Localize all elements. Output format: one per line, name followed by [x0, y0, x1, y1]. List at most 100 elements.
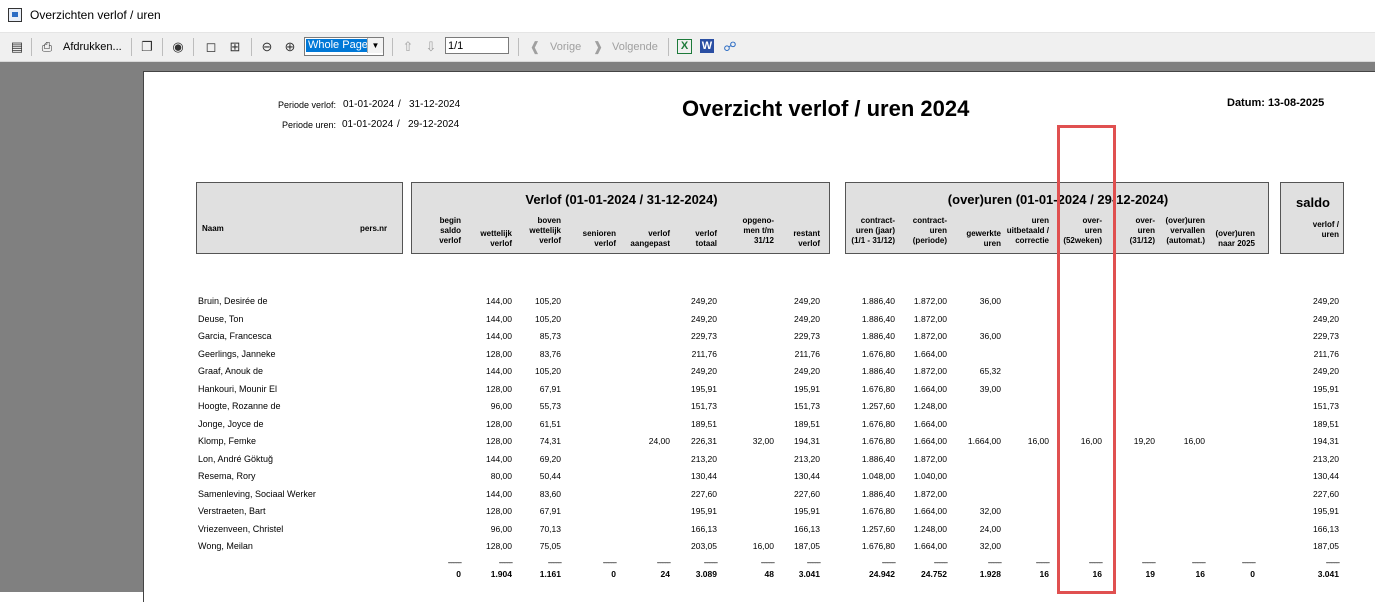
- previous-arrow-icon[interactable]: ❰: [527, 39, 543, 55]
- zoom-value: Whole Page: [306, 39, 370, 52]
- table-cell: 1.872,00: [913, 366, 947, 376]
- period-verlof-end: 31-12-2024: [409, 99, 461, 110]
- row-name: Klomp, Femke: [198, 436, 257, 446]
- table-cell: 24,00: [979, 523, 1001, 534]
- table-cell: 1.872,00: [913, 488, 947, 499]
- total-value: 0: [456, 569, 461, 579]
- table-cell: 130,44: [691, 471, 717, 481]
- table-cell: 213,20: [1313, 453, 1339, 464]
- table-cell: 1.664,00: [913, 348, 947, 359]
- table-cell: 65,32: [979, 366, 1001, 376]
- column-header: restant verlof: [758, 229, 820, 249]
- table-cell: 1.886,40: [861, 488, 895, 499]
- print-button[interactable]: Afdrukken...: [63, 38, 122, 56]
- column-header-line: (over)uren: [1165, 216, 1205, 225]
- table-cell: 1.676,80: [861, 418, 895, 429]
- toolbar-separator: [668, 38, 669, 56]
- total-separator: --------: [987, 558, 1002, 567]
- row-name: Graaf, Anouk de: [198, 366, 264, 376]
- period-uren-end: 29-12-2024: [408, 119, 460, 130]
- highlight-box: [1057, 125, 1116, 594]
- column-header-line: verlof: [695, 229, 717, 238]
- table-cell: 1.664,00: [913, 506, 947, 516]
- total-value: 24: [660, 569, 670, 579]
- row-name: Lon, André Göktuğ: [198, 453, 274, 464]
- binoculars-icon[interactable]: ◉: [170, 39, 186, 55]
- column-header-line: verlof: [798, 239, 820, 248]
- preview-area[interactable]: Periode verlof: 01-01-2024 / 31-12-2024 …: [0, 62, 1375, 602]
- browser-export-icon[interactable]: ☍: [722, 39, 738, 55]
- page-number-input[interactable]: 1/1: [445, 37, 509, 54]
- column-header-line: uren: [929, 226, 947, 235]
- period-separator: /: [397, 119, 400, 130]
- total-value: 1.904: [490, 569, 512, 579]
- zoom-select[interactable]: Whole Page ▼: [304, 37, 384, 56]
- chevron-down-icon[interactable]: ▼: [367, 38, 383, 53]
- column-header-line: uren: [1321, 230, 1339, 239]
- report-title: Overzicht verlof / uren 2024: [682, 96, 970, 121]
- row-name: Bruin, Desirée de: [198, 296, 268, 306]
- table-cell: 249,20: [691, 366, 717, 376]
- column-header-line: contract-: [912, 216, 947, 225]
- zoom-in-icon[interactable]: ⊕: [282, 39, 298, 55]
- toolbar-separator: [31, 38, 32, 56]
- period-separator: /: [398, 99, 401, 110]
- column-header: boven wettelijk verlof: [499, 216, 561, 246]
- zoom-out-icon[interactable]: ⊖: [259, 39, 275, 55]
- table-cell: 32,00: [979, 541, 1001, 551]
- row-name: Jonge, Joyce de: [198, 418, 264, 429]
- table-cell: 70,13: [539, 523, 561, 534]
- table-cell: 1.048,00: [861, 471, 895, 481]
- toolbar-separator: [131, 38, 132, 56]
- table-cell: 75,05: [539, 541, 561, 551]
- last-page-icon[interactable]: ⇩: [423, 39, 439, 55]
- table-cell: 213,20: [794, 453, 820, 464]
- next-arrow-icon[interactable]: ❱: [590, 39, 606, 55]
- header-persnr: pers.nr: [360, 224, 388, 233]
- total-separator: --------: [1035, 558, 1050, 567]
- table-cell: 1.676,80: [861, 383, 895, 394]
- table-cell: 74,31: [539, 436, 561, 446]
- copy-icon[interactable]: ❐: [139, 39, 155, 55]
- table-cell: 1.886,40: [861, 366, 895, 376]
- column-header: contract-uren (periode): [885, 216, 947, 246]
- excel-export-icon[interactable]: X: [677, 39, 692, 54]
- table-cell: 1.664,00: [913, 383, 947, 394]
- table-cell: 105,20: [535, 296, 561, 306]
- total-value: 48: [764, 569, 774, 579]
- table-cell: 227,60: [794, 488, 820, 499]
- table-cell: 36,00: [979, 296, 1001, 306]
- table-cell: 187,05: [794, 541, 820, 551]
- word-export-icon[interactable]: W: [700, 39, 714, 53]
- period-verlof-label: Periode verlof:: [278, 100, 337, 110]
- table-cell: 151,73: [1313, 401, 1339, 411]
- column-header-line: begin: [439, 216, 461, 225]
- next-button[interactable]: Volgende: [612, 38, 658, 56]
- previous-button[interactable]: Vorige: [550, 38, 581, 56]
- table-cell: 1.664,00: [913, 436, 947, 446]
- toolbar: ▤ ⎙ Afdrukken... ❐ ◉ ◻ ⊞ ⊖ ⊕ Whole Page …: [0, 33, 1375, 62]
- table-cell: 227,60: [1313, 488, 1339, 499]
- period-verlof-start: 01-01-2024: [343, 99, 395, 110]
- first-page-icon[interactable]: ⇧: [400, 39, 416, 55]
- table-cell: 83,76: [539, 348, 561, 359]
- table-cell: 211,76: [1313, 348, 1339, 359]
- table-cell: 211,76: [794, 348, 820, 359]
- toggle-tree-icon[interactable]: ▤: [9, 39, 25, 55]
- column-header-line: (over)uren: [1215, 229, 1255, 238]
- printer-icon[interactable]: ⎙: [39, 39, 55, 55]
- total-separator: --------: [1191, 558, 1206, 567]
- multi-page-icon[interactable]: ⊞: [227, 39, 243, 55]
- total-value: 0: [1250, 569, 1255, 579]
- column-header-line: wettelijk: [529, 226, 561, 235]
- table-cell: 166,13: [1313, 523, 1339, 534]
- table-cell: 1.664,00: [913, 541, 947, 551]
- column-header-line: totaal: [695, 239, 717, 248]
- column-header-line: verlof /: [1312, 220, 1339, 229]
- header-saldo-title: saldo: [1296, 195, 1330, 210]
- period-uren-label: Periode uren:: [282, 120, 337, 130]
- single-page-icon[interactable]: ◻: [203, 39, 219, 55]
- window-title: Overzichten verlof / uren: [30, 8, 161, 22]
- toolbar-separator: [518, 38, 519, 56]
- table-cell: 229,73: [1313, 331, 1339, 341]
